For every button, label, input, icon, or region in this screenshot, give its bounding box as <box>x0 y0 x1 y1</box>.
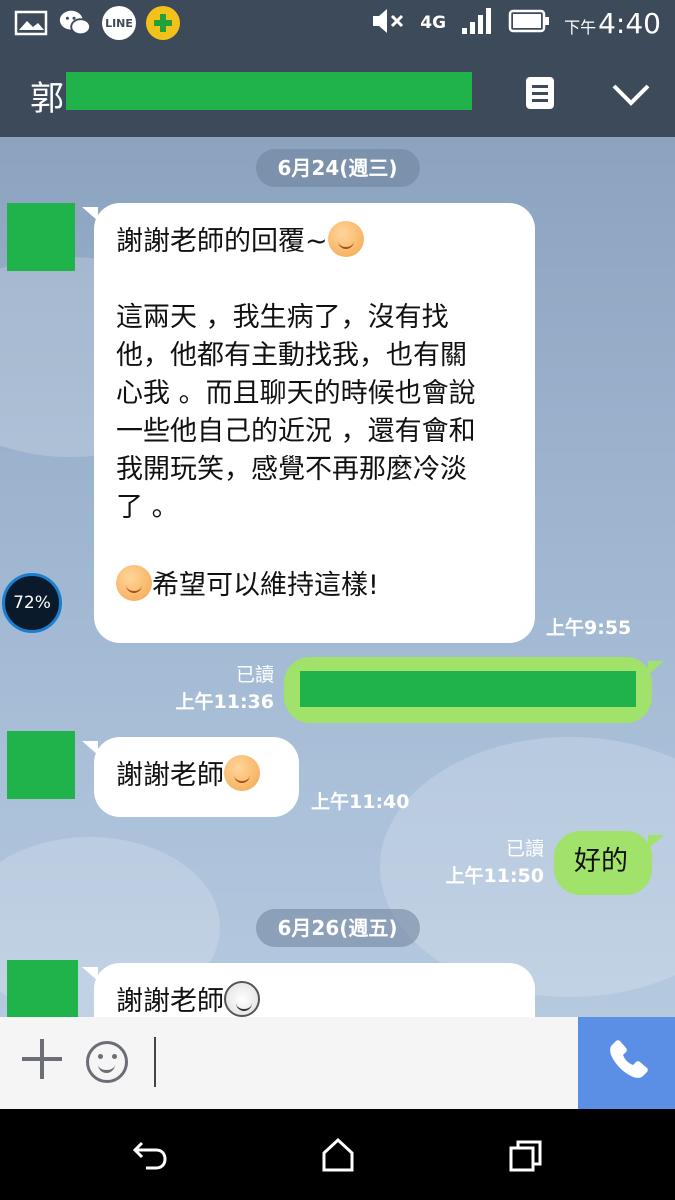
message-time: 上午11:50 <box>445 865 544 887</box>
back-icon[interactable] <box>132 1139 168 1175</box>
message-bubble[interactable]: 謝謝老師 <box>82 737 299 817</box>
avatar[interactable] <box>7 203 75 271</box>
emoji-icon[interactable] <box>86 1041 128 1083</box>
redacted-message <box>300 671 636 707</box>
status-bar: LINE 4G 下午 4:40 <box>0 0 675 47</box>
chat-title[interactable]: 郭 <box>30 71 64 120</box>
notification-icons: LINE <box>14 6 180 40</box>
message-text: 好的 <box>574 846 628 877</box>
message-time: 上午9:55 <box>546 617 632 639</box>
input-bar <box>0 1017 675 1109</box>
message-line: 謝謝老師的回覆~ <box>116 221 513 261</box>
message-bubble[interactable]: 謝謝老師 <box>82 963 535 1017</box>
phone-icon <box>610 1040 648 1078</box>
call-button[interactable] <box>578 1017 675 1109</box>
line-icon: LINE <box>102 6 136 40</box>
recents-icon[interactable] <box>508 1139 544 1177</box>
system-status: 4G 下午 4:40 <box>370 6 661 40</box>
notes-icon[interactable] <box>524 75 556 115</box>
message-text: 謝謝老師 <box>116 760 224 791</box>
chevron-down-icon[interactable] <box>611 82 651 112</box>
chat-area[interactable]: 6月24(週三) 謝謝老師的回覆~ 這兩天 ，我生病了，沒有找 他，他都有主動找… <box>0 137 675 1017</box>
clock-time: 4:40 <box>598 6 661 40</box>
plus-app-icon <box>146 6 180 40</box>
gallery-icon <box>14 6 48 40</box>
message-input[interactable] <box>154 1037 156 1087</box>
read-receipt: 已讀 <box>235 664 274 686</box>
date-separator: 6月26(週五) <box>255 909 420 947</box>
message-text: 謝謝老師 <box>116 986 224 1017</box>
message-bubble[interactable] <box>284 657 664 723</box>
message-meta: 已讀 上午11:36 <box>160 660 274 714</box>
mute-icon <box>370 6 406 40</box>
clock-period: 下午 <box>564 17 597 37</box>
redacted-name <box>66 72 472 110</box>
avatar[interactable] <box>7 960 78 1017</box>
chat-header: 郭 <box>0 47 675 137</box>
smile-emoji-icon <box>327 221 364 257</box>
message-line: 希望可以維持這樣! <box>116 565 513 605</box>
navigation-bar <box>0 1109 675 1200</box>
read-receipt: 已讀 <box>505 838 544 860</box>
wechat-icon <box>58 6 92 40</box>
plus-icon[interactable] <box>22 1039 62 1079</box>
panda-emoji-icon <box>224 981 260 1017</box>
clock: 下午 4:40 <box>564 7 661 40</box>
battery-percentage-widget[interactable]: 72% <box>2 573 62 633</box>
battery-icon <box>508 8 550 38</box>
smile-emoji-icon <box>224 755 260 791</box>
message-time: 上午11:36 <box>175 691 274 713</box>
message-text: 這兩天 ，我生病了，沒有找 他，他都有主動找我，也有關 心我 。而且聊天的時候也… <box>116 302 476 523</box>
date-separator: 6月24(週三) <box>255 149 420 187</box>
signal-icon <box>460 6 494 40</box>
message-bubble[interactable]: 謝謝老師的回覆~ 這兩天 ，我生病了，沒有找 他，他都有主動找我，也有關 心我 … <box>82 203 535 643</box>
message-time: 上午11:40 <box>311 791 410 813</box>
message-bubble[interactable]: 好的 <box>554 831 664 895</box>
avatar[interactable] <box>7 731 75 799</box>
message-meta: 已讀 上午11:50 <box>440 834 544 888</box>
network-label: 4G <box>420 13 447 33</box>
home-icon[interactable] <box>320 1137 356 1177</box>
smile-emoji-icon <box>116 565 152 601</box>
